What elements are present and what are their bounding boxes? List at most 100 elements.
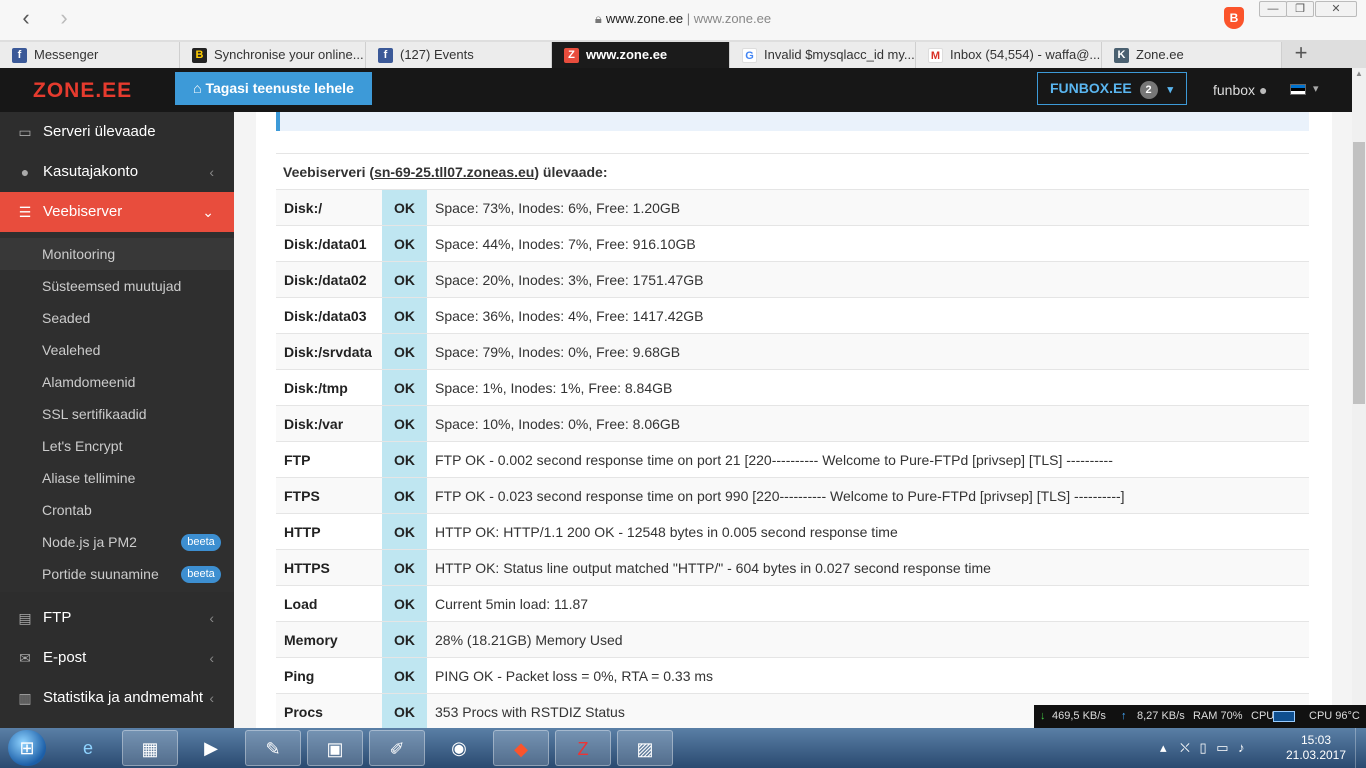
tab-messenger[interactable]: f Messenger [0,42,180,68]
submenu-item-label: SSL sertifikaadid [42,406,147,422]
tab-zone-active[interactable]: Z www.zone.ee [552,42,730,68]
submenu-item-settings[interactable]: Seaded [0,302,234,334]
browser-titlebar: ‹ › 🔒︎ www.zone.ee | www.zone.ee B — ❐ ✕ [0,0,1366,40]
sidebar-item-label: FTP [43,609,72,626]
submenu-item-error-pages[interactable]: Vealehed [0,334,234,366]
brave-browser-icon[interactable]: ◆ [493,730,549,766]
tab-events[interactable]: f (127) Events [366,42,552,68]
submenu-item-ssl-certificates[interactable]: SSL sertifikaadid [0,398,234,430]
check-name: Disk:/var [276,405,382,442]
submenu-item-subdomains[interactable]: Alamdomeenid [0,366,234,398]
chevron-down-icon: ⌄ [202,204,214,220]
close-window-button[interactable]: ✕ [1315,1,1357,17]
submenu-item-label: Portide suunamine [42,566,159,582]
zone-logo[interactable]: ZONE.EE [33,79,132,103]
internet-explorer-icon[interactable]: e [60,730,116,766]
address-bar[interactable]: 🔒︎ www.zone.ee | www.zone.ee [0,11,1366,27]
account-dropdown-button[interactable]: FUNBOX.EE 2 ▾ [1037,72,1187,105]
check-row: Memory OK 28% (18.21GB) Memory Used [276,621,1309,658]
clock[interactable]: 15:03 21.03.2017 [1284,733,1348,763]
show-desktop-button[interactable] [1355,728,1366,768]
download-speed: 469,5 KB/s [1052,710,1106,722]
submenu-item-label: Let's Encrypt [42,438,123,454]
sidebar-item-user-account[interactable]: ● Kasutajakonto ‹ [0,152,234,192]
minimize-button[interactable]: — [1259,1,1287,17]
system-monitor-icon[interactable]: ▣ [307,730,363,766]
system-tray: ▴ ⛌ ▯ ▭ ♪ [1160,728,1280,768]
tab-google[interactable]: G Invalid $mysqlacc_id my... [730,42,916,68]
check-row: Disk:/srvdata OK Space: 79%, Inodes: 0%, F… [276,333,1309,370]
submenu-item-port-forwarding[interactable]: Portide suunamine beeta [0,558,234,590]
check-name: Ping [276,657,382,694]
tab-synchronise[interactable]: B Synchronise your online... [180,42,366,68]
check-name: FTPS [276,477,382,514]
server-host-link[interactable]: sn-69-25.tll07.zoneas.eu [374,164,534,180]
check-status-badge: OK [382,549,427,586]
check-row: HTTP OK HTTP OK: HTTP/1.1 200 OK - 12548 b… [276,513,1309,550]
drawing-app-icon[interactable]: ✐ [369,730,425,766]
notepad-icon[interactable]: ✎ [245,730,301,766]
file-explorer-icon[interactable]: ▦ [122,730,178,766]
tab-gmail[interactable]: M Inbox (54,554) - waffa@... [916,42,1102,68]
sidebar-item-email[interactable]: ✉ E-post ‹ [0,638,234,678]
brave-lion-icon[interactable]: B [1224,7,1244,29]
chevron-down-icon[interactable]: ▾ [1313,82,1319,95]
start-button-windows-icon[interactable]: ⊞ [8,730,46,766]
sidebar-item-ftp[interactable]: ▤ FTP ‹ [0,598,234,638]
scroll-up-arrow-icon[interactable]: ▲ [1352,68,1366,80]
overview-heading: Veebiserveri (sn-69-25.tll07.zoneas.eu) … [276,153,1309,189]
estonia-flag-icon[interactable] [1290,84,1306,95]
image-viewer-icon[interactable]: ▨ [617,730,673,766]
chevron-left-icon: ‹ [209,610,214,626]
ram-usage: RAM 70% [1193,710,1243,722]
volume-icon[interactable]: ♪ [1238,740,1245,755]
account-count-badge: 2 [1139,81,1158,99]
user-icon: ● [20,164,30,180]
sidebar-item-statistics[interactable]: ▥ Statistika ja andmemaht ‹ [0,678,234,718]
restore-button[interactable]: ❐ [1286,1,1314,17]
tab-label: Synchronise your online... [214,47,364,62]
back-to-services-button[interactable]: ⌂ Tagasi teenuste lehele [175,72,372,105]
page-scrollbar[interactable]: ▲ [1352,68,1366,728]
bar-chart-icon: ▥ [18,690,32,706]
check-name: Disk:/data01 [276,225,382,262]
envelope-icon: ✉ [19,650,31,666]
sidebar-item-label: Veebiserver [43,203,123,220]
sidebar-item-label: Statistika ja andmemaht [43,689,204,706]
clock-date: 21.03.2017 [1285,748,1347,762]
check-row: Disk:/tmp OK Space: 1%, Inodes: 1%, Free: … [276,369,1309,406]
overview-prefix: Veebiserveri ( [283,164,375,180]
home-icon: ⌂ [193,80,206,96]
check-name: HTTP [276,513,382,550]
scrollbar-thumb[interactable] [1353,142,1365,404]
submenu-item-lets-encrypt[interactable]: Let's Encrypt [0,430,234,462]
check-message: FTP OK - 0.002 second response time on p… [427,441,1309,478]
submenu-item-monitoring[interactable]: Monitooring [0,238,234,270]
check-status-badge: OK [382,225,427,262]
tray-expand-icon[interactable]: ▴ [1160,740,1167,755]
media-player-icon[interactable]: ▶ [183,730,239,766]
network-icon[interactable]: ▭ [1216,740,1228,755]
cpu-temperature: CPU 96°C [1309,710,1360,722]
firewall-icon[interactable]: ◉ [431,730,487,766]
user-menu[interactable]: funbox ● [1213,82,1267,98]
submenu-item-nodejs-pm2[interactable]: Node.js ja PM2 beeta [0,526,234,558]
sidebar-item-webserver[interactable]: ☰ Veebiserver ⌄ [0,192,246,232]
filezilla-icon[interactable]: Z [555,730,611,766]
new-tab-button[interactable]: + [1290,42,1312,66]
tab-zone-ee[interactable]: K Zone.ee [1102,42,1282,68]
site-favicon-icon: B [192,48,207,63]
cpu-label: CPU [1251,710,1275,722]
check-row: FTPS OK FTP OK - 0.023 second response tim… [276,477,1309,514]
submenu-item-label: Alamdomeenid [42,374,136,390]
monitoring-checks-table: Disk:/OK Space: 73%, Inodes: 6%, Free: 1.… [276,189,1309,728]
device-icon[interactable]: ▯ [1199,740,1206,755]
network-status-icon[interactable]: ⛌ [1180,740,1190,755]
submenu-item-alias-order[interactable]: Aliase tellimine [0,462,234,494]
submenu-item-crontab[interactable]: Crontab [0,494,234,526]
account-label: FUNBOX.EE [1050,80,1132,96]
sidebar-item-server-overview[interactable]: ▭ Serveri ülevaade [0,112,234,152]
tab-label: Messenger [34,47,99,62]
submenu-item-system-variables[interactable]: Süsteemsed muutujad [0,270,234,302]
check-message: Space: 79%, Inodes: 0%, Free: 9.68GB [427,333,1309,370]
